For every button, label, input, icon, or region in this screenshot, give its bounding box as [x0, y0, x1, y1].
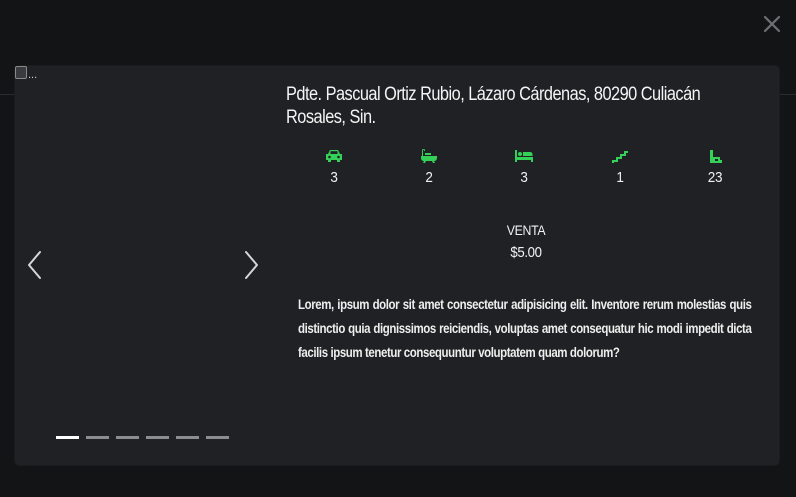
feature-value: 1	[616, 169, 624, 186]
area-icon	[710, 150, 722, 163]
carousel-indicator[interactable]	[56, 436, 79, 439]
carousel-indicator[interactable]	[146, 436, 169, 439]
carousel-prev-button[interactable]	[25, 248, 45, 282]
feature-value: 3	[330, 169, 338, 186]
property-address: Pdte. Pascual Ortiz Rubio, Lázaro Cárden…	[286, 84, 701, 128]
deal-info: VENTA $5.00	[446, 221, 606, 262]
bathtub-icon	[421, 149, 437, 163]
feature-parking: 3	[304, 148, 364, 186]
feature-bathrooms: 2	[399, 148, 459, 186]
image-carousel: ...	[15, 66, 277, 465]
chevron-left-icon	[28, 251, 41, 279]
chevron-right-icon	[245, 251, 258, 279]
property-description: Lorem, ipsum dolor sit amet consectetur …	[298, 296, 752, 360]
carousel-indicator[interactable]	[176, 436, 199, 439]
close-button[interactable]	[760, 12, 784, 36]
property-features: 3 2 3 1 23	[286, 148, 779, 194]
carousel-indicator[interactable]	[116, 436, 139, 439]
property-image: ...	[15, 66, 43, 84]
stairs-icon	[612, 151, 628, 163]
carousel-next-button[interactable]	[241, 248, 261, 282]
feature-area: 23	[685, 148, 745, 186]
feature-bedrooms: 3	[494, 148, 554, 186]
property-price: $5.00	[510, 244, 542, 261]
close-icon	[763, 15, 781, 33]
feature-value: 23	[707, 169, 723, 186]
carousel-indicator[interactable]	[206, 436, 229, 439]
property-modal: ... Pdte. Pascual Ortiz Rubio, Lázaro Cá…	[15, 66, 779, 465]
image-alt-text: ...	[28, 69, 38, 81]
feature-value: 2	[425, 169, 433, 186]
property-details: Pdte. Pascual Ortiz Rubio, Lázaro Cárden…	[286, 66, 779, 465]
feature-value: 3	[520, 169, 528, 186]
carousel-indicators	[56, 436, 229, 439]
carousel-indicator[interactable]	[86, 436, 109, 439]
broken-image-icon	[15, 66, 27, 79]
deal-type: VENTA	[506, 222, 546, 238]
feature-floors: 1	[590, 148, 650, 186]
bed-icon	[515, 150, 533, 162]
car-icon	[326, 150, 342, 162]
